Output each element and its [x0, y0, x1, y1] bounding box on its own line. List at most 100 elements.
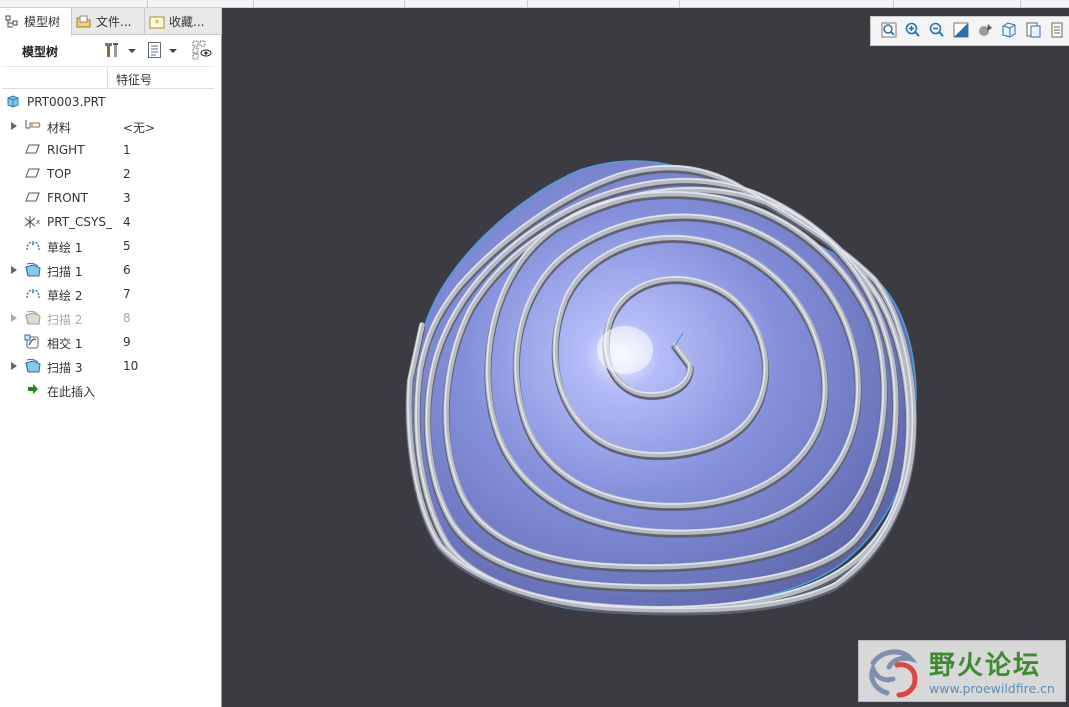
tree-item-label: 草绘 1: [47, 241, 83, 255]
tree-item-sweep-1[interactable]: 扫描 1 6: [0, 258, 220, 282]
expand-arrow-icon[interactable]: [11, 362, 17, 370]
expand-arrow-icon[interactable]: [11, 314, 17, 322]
tree-item-label: 材料: [47, 121, 72, 135]
model-tree-icon: [4, 14, 20, 30]
tree-item-feature-id: 3: [123, 191, 131, 205]
tree-item-label: FRONT: [47, 191, 88, 205]
chevron-down-icon: [169, 49, 177, 53]
zoom-in-icon: [904, 21, 922, 42]
sketch-icon: [24, 238, 42, 254]
tree-item-label: RIGHT: [47, 143, 85, 157]
tree-item-material[interactable]: 材料 <无>: [0, 114, 220, 138]
ribbon-separator: [1020, 0, 1021, 8]
spiral-shell-model: [405, 160, 917, 616]
tree-filter-button[interactable]: [192, 40, 212, 63]
tree-column-header: 特征号: [2, 66, 214, 89]
chevron-down-icon: [128, 49, 136, 53]
svg-text:x: x: [36, 218, 40, 226]
model-3d-view[interactable]: [400, 150, 930, 623]
tree-item-feature-id: 4: [123, 215, 131, 229]
model-tree-toolbar: 模型树: [0, 35, 222, 65]
ribbon-separator: [527, 0, 528, 8]
material-icon: [24, 118, 42, 134]
tree-item-front[interactable]: FRONT 3: [0, 186, 220, 210]
ribbon-separator: [253, 0, 254, 8]
zoom-fit-icon: [880, 21, 898, 42]
model-tree-title: 模型树: [22, 45, 59, 59]
zoom-fit-button[interactable]: [877, 20, 901, 42]
app-window: 模型树 文件... * 收藏... 模型树 特征号 PRT0003.PRT 材料…: [0, 0, 1069, 707]
tab-label: 文件...: [96, 15, 132, 29]
sweep-icon: [24, 358, 42, 374]
tree-item-label: PRT0003.PRT: [27, 95, 106, 109]
list-show-icon: [147, 41, 163, 62]
tree-settings-button[interactable]: [104, 41, 136, 61]
top-ribbon-strip: [0, 0, 1069, 8]
tree-item-sketch-2[interactable]: 草绘 2 7: [0, 282, 220, 306]
tree-item-label: PRT_CSYS_: [47, 215, 112, 229]
tree-item-label: 相交 1: [47, 337, 83, 351]
datum-plane-icon: [24, 190, 42, 206]
tree-item-label: 在此插入: [47, 385, 96, 399]
expand-arrow-icon[interactable]: [11, 122, 17, 130]
feature-id-column-header[interactable]: 特征号: [116, 71, 152, 88]
favorites-icon: *: [149, 14, 165, 30]
watermark-url: www.proewildfire.cn: [929, 681, 1055, 696]
tree-item-right[interactable]: RIGHT 1: [0, 138, 220, 162]
view-toolbar: [870, 16, 1069, 46]
zoom-out-button[interactable]: [925, 20, 949, 42]
datum-plane-icon: [24, 166, 42, 182]
saved-views-button[interactable]: [997, 20, 1021, 42]
tree-item-feature-id: 8: [123, 311, 131, 325]
tree-item-feature-id: 7: [123, 287, 131, 301]
ribbon-separator: [679, 0, 680, 8]
tab-label: 收藏...: [169, 15, 205, 29]
sweep-icon: [24, 262, 42, 278]
view-manager-button[interactable]: [1021, 20, 1045, 42]
zoom-out-icon: [928, 21, 946, 42]
zoom-in-button[interactable]: [901, 20, 925, 42]
datum-plane-icon: [24, 142, 42, 158]
repaint-icon: [952, 21, 970, 42]
tree-item-feature-id: 10: [123, 359, 139, 373]
tree-item-label: 草绘 2: [47, 289, 83, 303]
insert-here-arrow-icon: [24, 382, 42, 398]
watermark-title: 野火论坛: [929, 651, 1042, 681]
expand-arrow-icon[interactable]: [11, 266, 17, 274]
display-style-button[interactable]: [973, 20, 997, 42]
tab-model-tree[interactable]: 模型树: [0, 8, 72, 36]
tree-item-sketch-1[interactable]: 草绘 1 5: [0, 234, 220, 258]
folder-icon: [76, 14, 92, 30]
tree-item-label: 扫描 1: [47, 265, 83, 279]
display-style-icon: [976, 21, 994, 42]
tree-item-label: 扫描 2: [47, 313, 83, 327]
tree-item-sweep-3[interactable]: 扫描 3 10: [0, 354, 220, 378]
sketch-icon: [24, 286, 42, 302]
forum-watermark: 野火论坛 www.proewildfire.cn: [858, 640, 1066, 702]
repaint-button[interactable]: [949, 20, 973, 42]
forum-logo-icon: [863, 645, 927, 702]
more-button[interactable]: [1045, 20, 1069, 42]
tree-item-label: 扫描 3: [47, 361, 83, 375]
tree-item-insert-here[interactable]: 在此插入: [0, 378, 220, 402]
tree-item-feature-id: 1: [123, 143, 131, 157]
tab-folder-browser[interactable]: 文件...: [72, 8, 145, 35]
tree-item-label: TOP: [47, 167, 72, 181]
tree-show-button[interactable]: [147, 41, 177, 61]
saved-views-icon: [1000, 21, 1018, 42]
ribbon-separator: [893, 0, 894, 8]
tree-item-feature-id: 9: [123, 335, 131, 349]
tools-settings-icon: [104, 41, 122, 62]
tree-item-top[interactable]: TOP 2: [0, 162, 220, 186]
specular-highlight: [597, 326, 653, 374]
tree-item-sweep-2[interactable]: 扫描 2 8: [0, 306, 220, 330]
tree-root-part[interactable]: PRT0003.PRT: [0, 90, 220, 114]
tab-favorites[interactable]: * 收藏...: [145, 8, 222, 35]
tree-item-csys[interactable]: x PRT_CSYS_ 4: [0, 210, 220, 234]
tree-filter-icon: [192, 40, 212, 63]
tree-item-feature-id: <无>: [123, 121, 156, 135]
tree-name-column-header[interactable]: [2, 67, 108, 89]
navigator-tabs: 模型树 文件... * 收藏...: [0, 8, 222, 36]
tree-item-intersect-1[interactable]: 相交 1 9: [0, 330, 220, 354]
tab-label: 模型树: [24, 15, 61, 29]
